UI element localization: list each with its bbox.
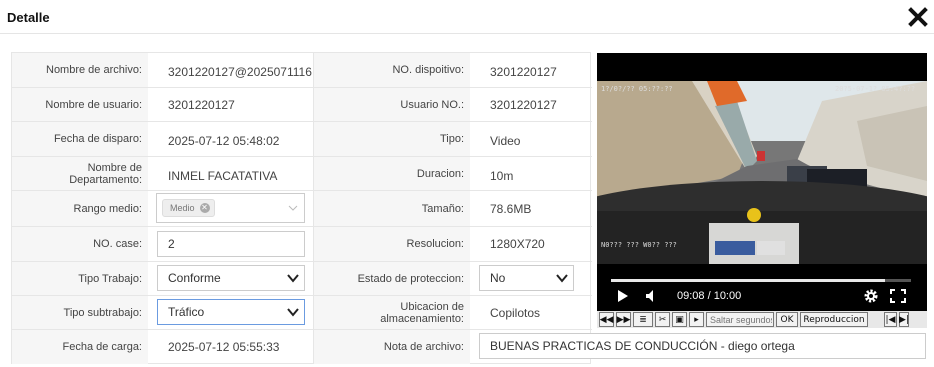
case-number-value: 2: [168, 237, 175, 251]
user-name-label: Nombre de usuario:: [12, 88, 148, 121]
department-value: INMEL FACATATIVA: [168, 169, 278, 183]
duration-label: Duracion:: [313, 157, 470, 190]
chevron-down-icon: [287, 274, 299, 283]
list-icon[interactable]: ≣: [633, 312, 653, 327]
work-subtype-label: Tipo subtrabajo:: [12, 296, 148, 329]
resolution-label: Resolucion:: [313, 227, 470, 261]
step-icon[interactable]: ▸: [689, 312, 704, 327]
detail-row: Nombre de Departamento: INMEL FACATATIVA…: [12, 157, 592, 191]
video-time-display: 09:08 / 10:00: [677, 290, 742, 302]
skip-seconds-input[interactable]: [708, 313, 772, 326]
fullscreen-icon[interactable]: [890, 289, 906, 303]
storage-location-value: Copilotos: [490, 305, 541, 320]
osd-timestamp-right: 20?5-07-1? 05:4?:??: [835, 85, 916, 93]
upload-date-label: Fecha de carga:: [12, 330, 148, 364]
go-end-icon[interactable]: ▶|: [899, 312, 909, 327]
volume-icon[interactable]: [645, 289, 659, 303]
media-range-tag: Medio ✕: [162, 199, 215, 217]
user-number-label: Usuario NO.:: [313, 88, 470, 121]
rewind-icon[interactable]: ◀◀: [599, 312, 614, 327]
stop-icon[interactable]: ▣: [672, 312, 687, 327]
type-label: Tipo:: [313, 122, 470, 156]
osd-coordinates: N0??? ??? W0?? ???: [601, 241, 677, 249]
case-number-label: NO. case:: [12, 227, 148, 261]
play-icon[interactable]: [617, 289, 629, 303]
type-value: Video: [490, 134, 521, 148]
remove-tag-icon[interactable]: ✕: [199, 203, 210, 213]
storage-location-label: Ubicacion de almacenamiento:: [313, 296, 470, 329]
user-number-value: 3201220127: [490, 97, 557, 112]
file-note-label: Nota de archivo:: [313, 330, 470, 364]
video-progress-bar[interactable]: [611, 279, 911, 282]
media-range-multiselect[interactable]: Medio ✕: [156, 193, 305, 223]
upload-date-value: 2025-07-12 05:55:33: [168, 340, 280, 354]
protection-status-selected: No: [490, 271, 506, 285]
close-icon[interactable]: [908, 7, 928, 27]
work-type-select[interactable]: Conforme: [157, 265, 305, 291]
file-name-label: Nombre de archivo:: [12, 53, 148, 87]
work-type-label: Tipo Trabajo:: [12, 262, 148, 295]
department-label: Nombre de Departamento:: [12, 157, 148, 190]
chevron-down-icon: [556, 274, 568, 283]
work-type-selected: Conforme: [168, 271, 221, 285]
work-subtype-selected: Tráfico: [168, 305, 205, 319]
chevron-down-icon: [288, 205, 298, 211]
settings-gear-icon[interactable]: [863, 288, 879, 304]
scissors-icon[interactable]: ✂: [655, 312, 670, 327]
video-progress-fill: [611, 279, 885, 282]
dialog-header: Detalle: [0, 0, 934, 34]
protection-status-label: Estado de proteccion:: [313, 262, 470, 295]
video-controls: 09:08 / 10:00: [597, 264, 927, 311]
osd-timestamp-left: 1?/0?/?? 05:??:??: [601, 85, 673, 93]
media-range-tag-label: Medio: [170, 203, 195, 213]
player-toolbar: ◀◀ ▶▶ ≣ ✂ ▣ ▸ OK Reproduccion |◀ ▶|: [597, 311, 927, 328]
detail-row: Nombre de archivo: 3201220127@2025071116…: [12, 53, 592, 88]
go-start-icon[interactable]: |◀: [884, 312, 897, 327]
size-value: 78.6MB: [490, 201, 532, 216]
dashcam-video-frame: [597, 81, 927, 264]
trigger-date-value: 2025-07-12 05:48:02: [168, 134, 280, 148]
dialog-title: Detalle: [7, 10, 50, 25]
skip-seconds-input-wrap[interactable]: [706, 312, 774, 327]
device-number-value: 3201220127: [490, 65, 557, 79]
case-number-input[interactable]: 2: [157, 231, 305, 257]
size-label: Tamaño:: [313, 191, 470, 226]
file-note-input[interactable]: BUENAS PRACTICAS DE CONDUCCIÓN - diego o…: [479, 333, 926, 359]
file-note-value: BUENAS PRACTICAS DE CONDUCCIÓN - diego o…: [490, 339, 795, 353]
fast-forward-icon[interactable]: ▶▶: [616, 312, 631, 327]
work-subtype-select[interactable]: Tráfico: [157, 299, 305, 325]
duration-value: 10m: [490, 169, 514, 183]
trigger-date-label: Fecha de disparo:: [12, 122, 148, 156]
video-player[interactable]: 1?/0?/?? 05:??:?? 20?5-07-1? 05:4?:?? N0…: [597, 53, 927, 311]
device-number-label: NO. dispoitivo:: [313, 53, 470, 87]
media-range-label: Rango medio:: [12, 191, 148, 226]
resolution-value: 1280X720: [490, 237, 545, 251]
protection-status-select[interactable]: No: [479, 265, 574, 291]
detail-row: Nombre de usuario: 3201220127 Usuario NO…: [12, 88, 592, 122]
playback-button[interactable]: Reproduccion: [800, 312, 868, 327]
chevron-down-icon: [287, 308, 299, 317]
user-name-value: 3201220127: [168, 97, 235, 112]
detail-row: Fecha de disparo: 2025-07-12 05:48:02 Ti…: [12, 122, 592, 157]
ok-button[interactable]: OK: [776, 312, 798, 327]
file-name-value: 3201220127@2025071116: [168, 65, 312, 79]
